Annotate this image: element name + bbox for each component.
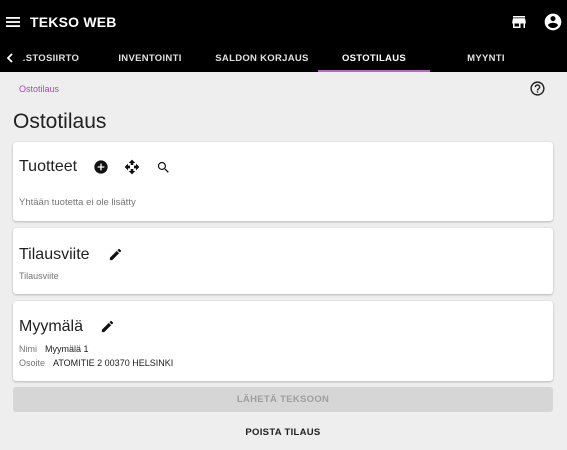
chevron-left-icon[interactable] [3,50,17,66]
tab-saldon-korjaus[interactable]: SALDON KORJAUS [206,44,318,72]
menu-icon[interactable] [4,11,22,33]
store-title: Myymälä [19,318,84,335]
tab-ostotilaus[interactable]: OSTOTILAUS [318,44,430,72]
account-circle-icon[interactable] [543,12,563,32]
add-circle-icon[interactable] [93,159,109,175]
tab-inventointi[interactable]: INVENTOINTI [94,44,206,72]
store-card: Myymälä Nimi Myymälä 1 Osoite ATOMITIE 2… [13,301,553,381]
store-address-label: Osoite [19,358,46,368]
tab-bar: .STOSIIRTO INVENTOINTI SALDON KORJAUS OS… [0,44,567,72]
pencil-icon[interactable] [107,246,123,262]
help-circle-icon[interactable] [529,80,546,97]
products-card: Tuotteet Yhtään tuotetta ei ole lisätty [13,142,553,221]
send-to-tekso-button[interactable]: LÄHETÄ TEKSOON [13,387,553,412]
app-title: TEKSO WEB [30,14,117,30]
order-reference-card: Tilausviite Tilausviite [13,228,553,294]
move-icon[interactable] [124,159,140,175]
store-address-value: ATOMITIE 2 00370 HELSINKI [53,358,174,368]
search-icon[interactable] [155,159,171,175]
order-reference-field[interactable]: Tilausviite [19,271,59,281]
products-empty-text: Yhtään tuotetta ei ole lisätty [19,197,136,208]
order-reference-title: Tilausviite [19,246,90,263]
tab-myynti[interactable]: MYYNTI [430,44,542,72]
tab-varastosiirto[interactable]: .STOSIIRTO [20,44,82,72]
page-title: Ostotilaus [13,110,107,133]
products-title: Tuotteet [19,158,78,175]
pencil-icon[interactable] [99,318,115,334]
delete-order-button[interactable]: POISTA TILAUS [13,420,553,444]
store-icon[interactable] [510,13,528,31]
store-name-value: Myymälä 1 [45,344,89,354]
store-name-label: Nimi [19,344,37,354]
app-bar: TEKSO WEB [0,0,567,44]
breadcrumb[interactable]: Ostotilaus [19,84,59,94]
